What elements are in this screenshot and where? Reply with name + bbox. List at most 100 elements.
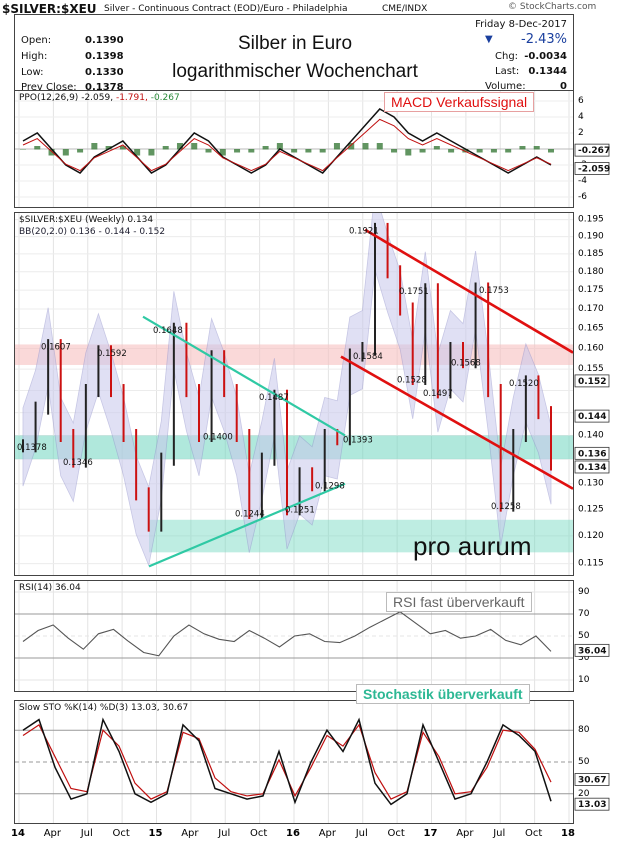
price-annotation: 0.1528 <box>397 375 427 385</box>
symbol-description: Silver - Continuous Contract (EOD)/Euro … <box>104 4 348 14</box>
x-tick-label: Oct <box>250 828 267 839</box>
ppo-histogram-bar <box>519 146 526 150</box>
x-axis: 14 Apr Jul Oct 15 Apr Jul Oct 16 Apr Jul Oct 17 Apr Ju… <box>11 828 575 839</box>
price-tick-label: 0.140 <box>578 430 604 440</box>
price-panel: 0.1378 0.1607 0.1346 0.1592 0.1648 0.1400 0.12… <box>14 212 574 576</box>
rsi-callout: RSI fast überverkauft <box>386 592 532 612</box>
price-annotation: 0.1244 <box>235 509 265 519</box>
sto-badge-1: 30.67 <box>578 775 606 785</box>
rsi-tick-label: 10 <box>578 675 590 685</box>
price-annotation: 0.1520 <box>509 379 539 389</box>
price-annotation: 0.1298 <box>315 482 345 492</box>
rsi-tick-label: 50 <box>578 631 590 641</box>
ppo-histogram-bar <box>433 146 440 150</box>
price-annotation: 0.1607 <box>41 343 71 353</box>
ppo-tick-label: 2 <box>578 128 584 138</box>
price-badge: 0.152 <box>578 377 606 387</box>
sto-panel: Slow STO %K(14) %D(3) 13.03, 30.67 <box>14 700 574 824</box>
price-annotation: 0.1497 <box>423 389 453 399</box>
price-annotation: 0.1378 <box>17 443 47 453</box>
ppo-histogram-bar <box>91 143 98 150</box>
x-tick-label: Jul <box>217 828 230 839</box>
price-annotation: 0.1753 <box>479 286 509 296</box>
right-axes: 642-2-4-6-0.267-2.0590.1950.1900.1850.18… <box>574 96 610 811</box>
ppo-histogram-bar <box>62 149 69 156</box>
ppo-histogram-bar <box>419 149 426 153</box>
ppo-badge-1: -0.267 <box>578 146 610 156</box>
pro-aurum-logo: pro aurum <box>413 531 532 561</box>
x-tick-label: 14 <box>11 828 25 839</box>
ppo-histogram-bar <box>305 149 312 153</box>
ppo-tick-label: 6 <box>578 96 584 106</box>
ppo-histogram-bar <box>34 146 41 150</box>
bb-label: BB(20,2.0) 0.136 - 0.144 - 0.152 <box>19 227 166 237</box>
sto-tick-label: 80 <box>578 725 590 735</box>
rsi-badge: 36.04 <box>578 646 606 656</box>
x-tick-label: Jul <box>492 828 505 839</box>
price-badge: 0.136 <box>578 449 606 459</box>
price-annotation: 0.1568 <box>451 359 481 369</box>
ppo-histogram-bar <box>405 149 412 156</box>
price-tick-label: 0.130 <box>578 479 604 489</box>
price-tick-label: 0.170 <box>578 304 604 314</box>
date-label: Friday 8-Dec-2017 <box>475 19 567 30</box>
x-tick-label: Apr <box>181 828 199 839</box>
sto-callout: Stochastik überverkauft <box>356 684 530 704</box>
chart-title-line1: Silber in Euro <box>237 33 353 54</box>
change-percent: -2.43% <box>521 32 567 47</box>
price-annotation: 0.1346 <box>63 458 93 468</box>
ppo-histogram-bar <box>291 149 298 153</box>
sto-tick-label: 50 <box>578 757 590 767</box>
sto-tick-label: 20 <box>578 789 590 799</box>
rsi-line <box>22 611 552 657</box>
ppo-histogram-bar <box>191 143 198 150</box>
sto-badge-2: 13.03 <box>578 800 606 810</box>
price-annotation: 0.1393 <box>343 436 373 446</box>
price-tick-label: 0.165 <box>578 323 604 333</box>
info-panel: Open: 0.1390 High: 0.1398 Low: 0.1330 Pr… <box>14 14 574 98</box>
price-tick-label: 0.120 <box>578 531 604 541</box>
ppo-histogram-bar <box>391 149 398 153</box>
low-value: 0.1330 <box>85 67 124 78</box>
price-annotation: 0.1648 <box>153 326 183 336</box>
rsi-tick-label: 90 <box>578 587 590 597</box>
chart-title-line2: logarithmischer Wochenchart <box>172 61 418 82</box>
ppo-histogram-bar <box>448 149 455 153</box>
price-badge: 0.134 <box>578 463 606 473</box>
open-value: 0.1390 <box>85 35 124 46</box>
ppo-value-1: -2.059, <box>81 93 114 103</box>
ppo-histogram-bar <box>376 143 383 150</box>
ppo-value-2: -1.791, <box>115 93 148 103</box>
ppo-name: PPO(12,26,9) <box>19 93 79 103</box>
high-label: High: <box>21 51 48 62</box>
price-tick-label: 0.115 <box>578 559 604 569</box>
price-annotation: 0.1400 <box>203 432 233 442</box>
ppo-histogram-bar <box>248 149 255 153</box>
chg-value: -0.0034 <box>524 51 567 62</box>
rsi-label: RSI(14) 36.04 <box>19 583 81 593</box>
ppo-badge-2: -2.059 <box>578 164 610 174</box>
price-annotation: 0.1251 <box>285 506 315 516</box>
sto-label: Slow STO %K(14) %D(3) 13.03, 30.67 <box>19 703 189 713</box>
last-value: 0.1344 <box>528 66 567 77</box>
ppo-histogram-bar <box>333 143 340 150</box>
price-annotation: 0.1258 <box>491 502 521 512</box>
low-label: Low: <box>21 67 44 78</box>
x-tick-label: Apr <box>44 828 62 839</box>
ppo-histogram-bar <box>505 149 512 153</box>
x-tick-label: Oct <box>112 828 129 839</box>
ppo-histogram-bar <box>476 149 483 153</box>
price-tick-label: 0.190 <box>578 232 604 242</box>
ppo-histogram-bar <box>205 149 212 153</box>
down-arrow-icon: ▼ <box>485 34 493 45</box>
x-tick-label: Jul <box>355 828 368 839</box>
x-tick-label: Apr <box>456 828 474 839</box>
price-tick-label: 0.185 <box>578 249 604 259</box>
ppo-histogram-bar <box>362 143 369 150</box>
price-chart: 0.1378 0.1607 0.1346 0.1592 0.1648 0.1400 0.12… <box>15 213 573 575</box>
high-value: 0.1398 <box>85 51 124 62</box>
sto-chart <box>15 701 573 823</box>
ppo-tick-label: -4 <box>578 176 587 186</box>
ppo-histogram-bar <box>20 149 26 150</box>
ppo-label: PPO(12,26,9) -2.059, -1.791, -0.267 <box>19 93 180 103</box>
